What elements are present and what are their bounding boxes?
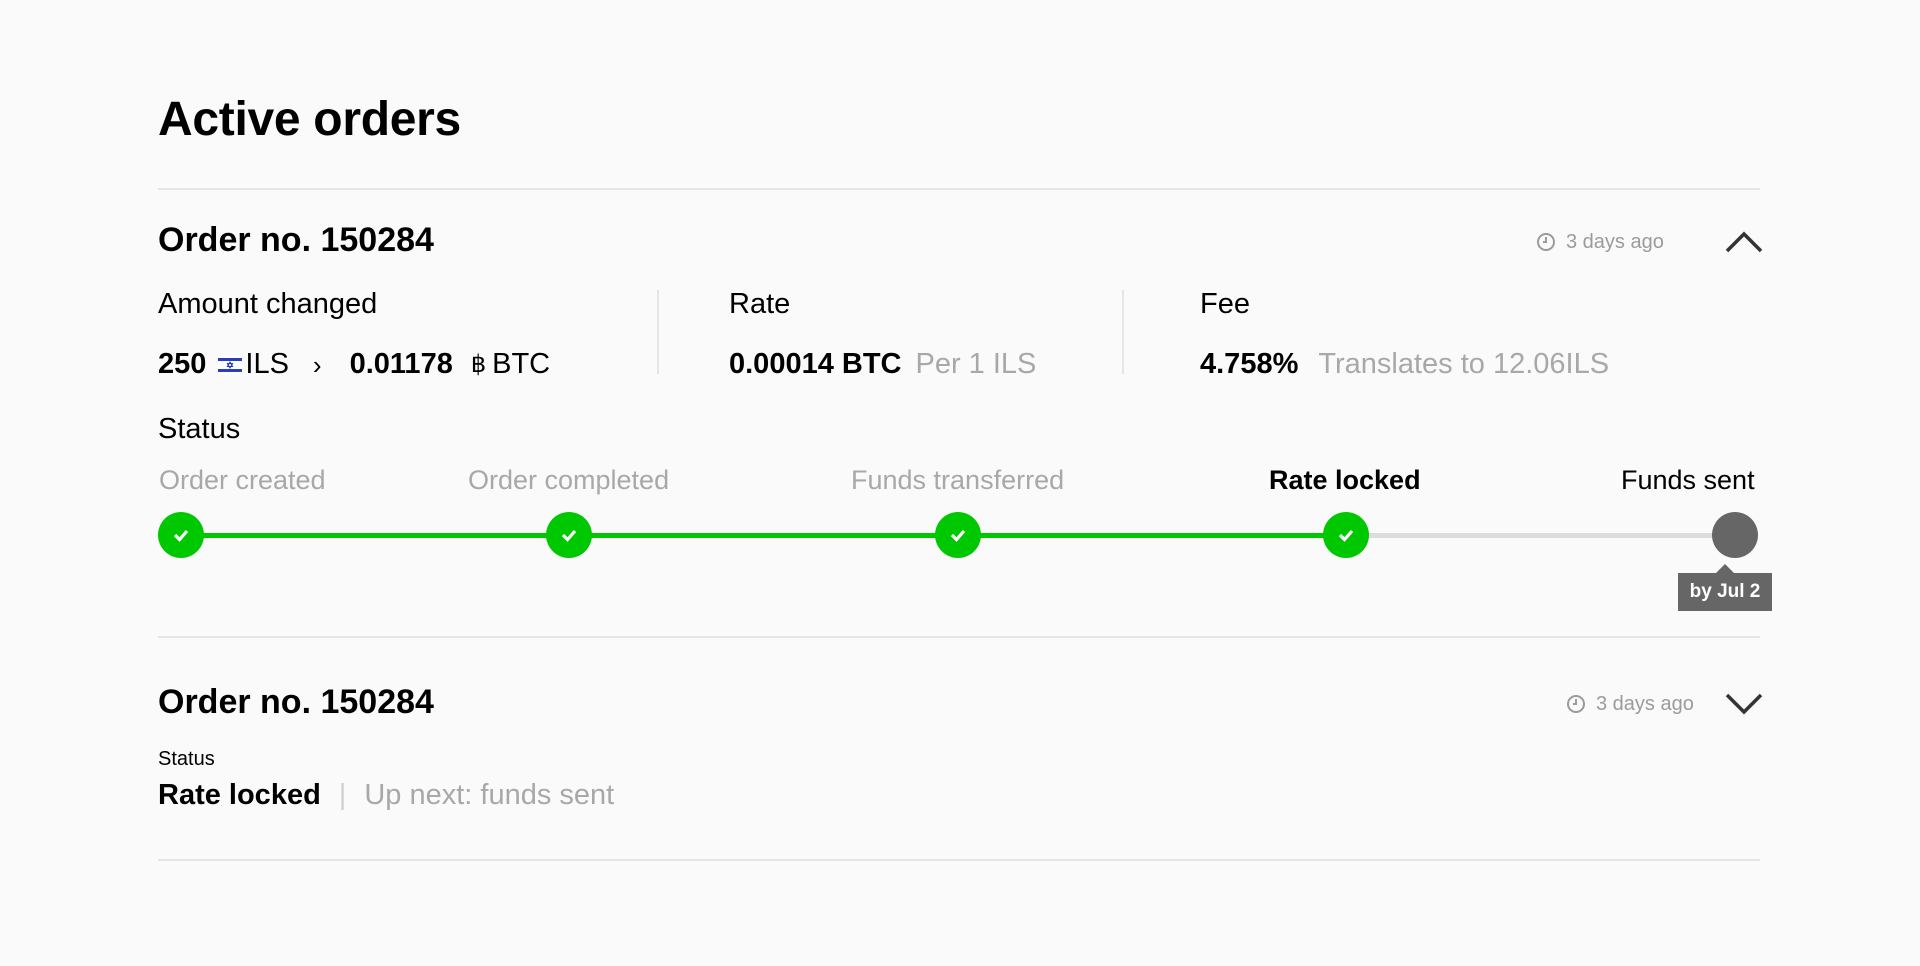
separator: | <box>338 779 347 811</box>
step-dot-order-created <box>158 512 204 558</box>
progress-track-complete <box>182 533 1348 538</box>
from-amount: 250 <box>158 348 207 380</box>
chevron-up-icon[interactable] <box>1724 229 1764 255</box>
arrow-right-icon: › <box>312 349 322 380</box>
to-amount: 0.01178 <box>349 348 453 380</box>
next-status: Up next: funds sent <box>364 779 615 811</box>
time-ago-text: 3 days ago <box>1566 231 1664 253</box>
progress-track-remaining <box>1348 533 1736 538</box>
check-icon <box>561 529 577 542</box>
step-dot-funds-sent <box>1712 512 1758 558</box>
page-title: Active orders <box>158 93 461 146</box>
fee-note: Translates to 12.06ILS <box>1318 348 1610 380</box>
fee-label: Fee <box>1200 288 1250 320</box>
current-status: Rate locked <box>158 779 321 811</box>
divider <box>158 636 1760 638</box>
status-label: Status <box>158 413 241 445</box>
rate-value: 0.00014 BTC <box>729 348 902 380</box>
clock-icon <box>1537 233 1555 251</box>
status-label: Status <box>158 748 215 770</box>
order-title: Order no. 150284 <box>158 221 434 259</box>
active-orders-page: Active orders Order no. 150284 3 days ag… <box>0 0 1920 966</box>
divider <box>158 859 1760 861</box>
to-currency: BTC <box>492 348 551 380</box>
israel-flag-icon <box>218 355 243 374</box>
column-divider <box>657 290 659 374</box>
step-dot-order-completed <box>546 512 592 558</box>
rate-label: Rate <box>729 288 791 320</box>
fee-value-row: 4.758% Translates to 12.06ILS <box>1200 350 1609 379</box>
order-time-ago: 3 days ago <box>1536 232 1664 252</box>
step-label-order-completed: Order completed <box>468 465 670 495</box>
step-dot-funds-transferred <box>935 512 981 558</box>
bitcoin-icon: ฿ <box>470 350 487 378</box>
from-currency: ILS <box>245 348 289 380</box>
step-label-funds-transferred: Funds transferred <box>851 465 1065 495</box>
step-label-rate-locked: Rate locked <box>1269 465 1421 495</box>
clock-icon <box>1567 695 1585 713</box>
rate-value-row: 0.00014 BTC Per 1 ILS <box>729 350 1036 379</box>
step-label-funds-sent: Funds sent <box>1621 465 1755 495</box>
time-ago-text: 3 days ago <box>1596 693 1694 715</box>
step-label-order-created: Order created <box>159 465 326 495</box>
chevron-down-icon[interactable] <box>1724 691 1764 717</box>
order-time-ago: 3 days ago <box>1566 694 1694 714</box>
check-icon <box>173 529 189 542</box>
eta-tooltip: by Jul 2 <box>1678 564 1772 611</box>
divider <box>158 188 1760 190</box>
check-icon <box>1338 529 1354 542</box>
step-dot-rate-locked <box>1323 512 1369 558</box>
amount-value: 250 ILS › 0.01178 ฿ BTC <box>158 350 550 379</box>
fee-value: 4.758% <box>1200 348 1299 380</box>
status-summary: Rate locked | Up next: funds sent <box>158 781 614 810</box>
order-title: Order no. 150284 <box>158 683 434 721</box>
check-icon <box>950 529 966 542</box>
column-divider <box>1122 290 1124 374</box>
amount-label: Amount changed <box>158 288 378 320</box>
rate-note: Per 1 ILS <box>915 348 1037 380</box>
